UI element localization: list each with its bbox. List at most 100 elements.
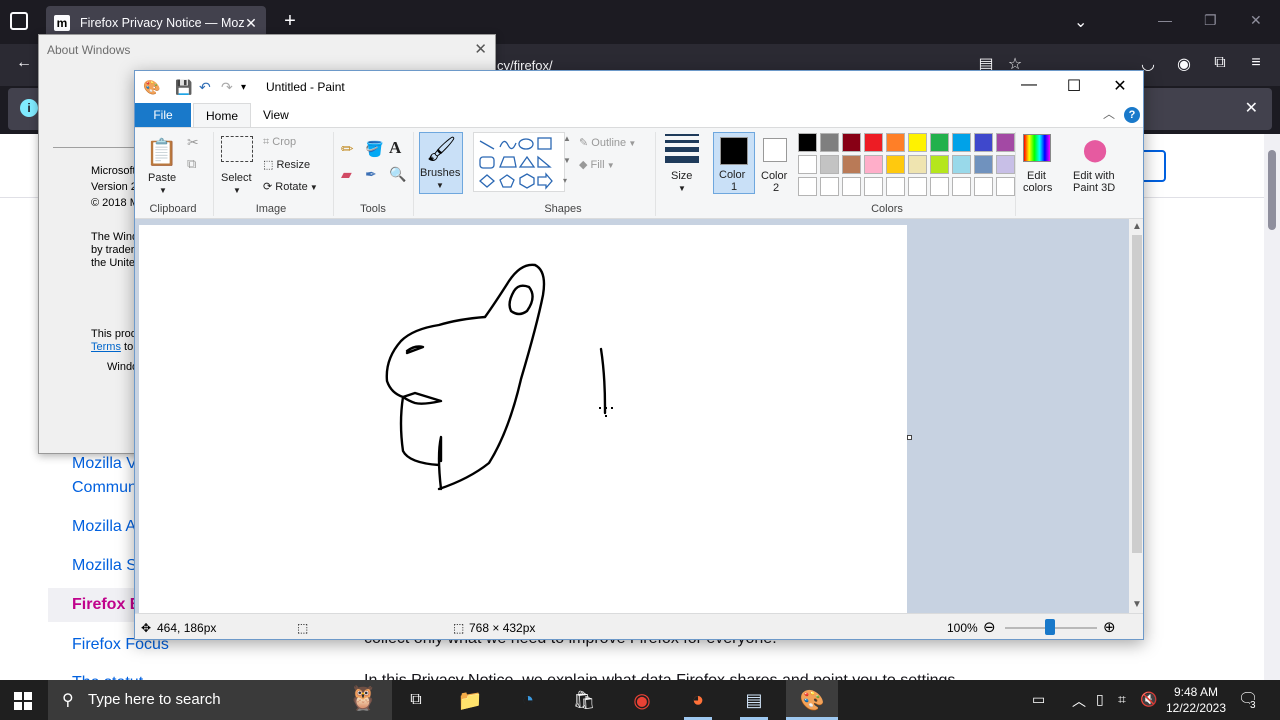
palette-swatch[interactable]	[842, 177, 861, 196]
terms-link[interactable]: Terms	[91, 341, 121, 353]
palette-swatch[interactable]	[908, 177, 927, 196]
cut-icon[interactable]: ✂	[187, 134, 199, 151]
shapes-icons[interactable]	[474, 133, 564, 191]
paint-vertical-scrollbar[interactable]: ▲ ▼	[1129, 219, 1143, 613]
edit-paint3d-label-2[interactable]: Paint 3D	[1073, 182, 1115, 194]
paste-button[interactable]: Paste	[148, 172, 176, 184]
close-notification-icon[interactable]: ✕	[1245, 98, 1258, 118]
tab-home[interactable]: Home	[193, 103, 252, 127]
select-dropdown-icon[interactable]: ▼	[233, 186, 241, 195]
palette-swatch[interactable]	[886, 133, 905, 152]
tab-file[interactable]: File	[135, 103, 191, 127]
taskbar-search-box[interactable]: ⚲ Type here to search 🦉	[48, 680, 392, 720]
new-tab-icon[interactable]: +	[280, 10, 300, 33]
shapes-gallery[interactable]	[473, 132, 565, 192]
text-tool-icon[interactable]: A	[389, 138, 401, 158]
save-icon[interactable]: 💾	[175, 79, 192, 96]
palette-swatch[interactable]	[886, 155, 905, 174]
palette-swatch[interactable]	[930, 177, 949, 196]
drawing-canvas[interactable]	[139, 225, 907, 613]
palette-swatch[interactable]	[952, 133, 971, 152]
account-icon[interactable]: ◉	[1174, 54, 1194, 74]
palette-swatch[interactable]	[908, 133, 927, 152]
palette-swatch[interactable]	[864, 133, 883, 152]
file-explorer-icon[interactable]: 📁	[454, 686, 486, 714]
palette-swatch[interactable]	[952, 155, 971, 174]
palette-swatch[interactable]	[820, 133, 839, 152]
color-palette[interactable]	[798, 133, 1015, 196]
eraser-icon[interactable]: ▰	[341, 166, 352, 183]
shapes-scroll-down-icon[interactable]: ▼	[563, 156, 571, 165]
about-close-icon[interactable]: ✕	[474, 40, 487, 58]
color-picker-icon[interactable]: ✒	[365, 166, 377, 183]
palette-swatch[interactable]	[974, 133, 993, 152]
fill-bucket-icon[interactable]: 🪣	[365, 140, 384, 158]
palette-swatch[interactable]	[842, 133, 861, 152]
browser-scroll-thumb[interactable]	[1268, 150, 1276, 230]
sidebar-link[interactable]: Mozilla S	[72, 557, 137, 575]
magnifier-icon[interactable]: 🔍	[389, 166, 406, 183]
palette-swatch[interactable]	[952, 177, 971, 196]
palette-swatch[interactable]	[930, 133, 949, 152]
palette-swatch[interactable]	[820, 177, 839, 196]
paint-close-icon[interactable]: ✕	[1110, 76, 1130, 96]
palette-swatch[interactable]	[798, 177, 817, 196]
collapse-ribbon-icon[interactable]: ︿	[1103, 105, 1115, 122]
palette-swatch[interactable]	[886, 177, 905, 196]
paint-app-icon[interactable]: 🎨	[143, 79, 160, 96]
palette-swatch[interactable]	[842, 155, 861, 174]
paint-maximize-icon[interactable]: ☐	[1064, 76, 1084, 96]
close-tab-icon[interactable]: ✕	[244, 15, 258, 32]
edge-icon[interactable]: ◔	[512, 686, 544, 714]
brushes-button[interactable]: 🖌 Brushes ▼	[419, 132, 463, 194]
firefox-icon[interactable]: ◕	[682, 686, 714, 714]
sidebar-link[interactable]: Commun	[72, 479, 137, 497]
rotate-button[interactable]: ⟳ Rotate ▼	[263, 180, 318, 193]
paint-scroll-thumb[interactable]	[1132, 235, 1142, 553]
extensions-icon[interactable]: ⧉	[1210, 54, 1230, 72]
show-hidden-icons-icon[interactable]: ︿	[1072, 691, 1086, 711]
palette-swatch[interactable]	[974, 155, 993, 174]
zoom-in-icon[interactable]: ⊕	[1103, 618, 1116, 636]
palette-swatch[interactable]	[864, 177, 883, 196]
copy-icon[interactable]: ⧉	[187, 156, 196, 172]
zoom-out-icon[interactable]: ⊖	[983, 618, 996, 636]
customize-quick-access-icon[interactable]: ▾	[241, 82, 246, 93]
size-button[interactable]: Size	[671, 170, 692, 182]
edit-paint3d-label[interactable]: Edit with	[1073, 170, 1115, 182]
sidebar-link[interactable]: Mozilla A	[72, 518, 136, 536]
select-button[interactable]: Select	[221, 172, 252, 184]
palette-swatch[interactable]	[864, 155, 883, 174]
edit-colors-icon[interactable]	[1023, 134, 1051, 162]
sidebar-link-active[interactable]: Firefox B	[72, 596, 141, 614]
canvas-resize-handle[interactable]	[907, 435, 912, 440]
news-widget-icon[interactable]: ▭	[1032, 691, 1045, 708]
palette-swatch[interactable]	[974, 177, 993, 196]
sidebar-link[interactable]: Mozilla V	[72, 455, 137, 473]
paste-dropdown-icon[interactable]: ▼	[159, 186, 167, 195]
select-icon[interactable]	[221, 136, 253, 162]
device-icon[interactable]: ▯	[1096, 691, 1104, 708]
microsoft-store-icon[interactable]: 🛍	[568, 686, 600, 714]
tab-overflow-chevron-icon[interactable]: ⌄	[1074, 12, 1087, 32]
palette-swatch[interactable]	[996, 177, 1015, 196]
shapes-scroll-up-icon[interactable]: ▲	[563, 134, 571, 143]
edit-colors-label[interactable]: Edit	[1027, 170, 1046, 182]
palette-swatch[interactable]	[798, 133, 817, 152]
fill-button[interactable]: ◆ Fill ▼	[579, 158, 615, 171]
edit-colors-label-2[interactable]: colors	[1023, 182, 1052, 194]
palette-swatch[interactable]	[820, 155, 839, 174]
zoom-slider-thumb[interactable]	[1045, 619, 1055, 635]
pencil-icon[interactable]: ✏	[341, 140, 354, 158]
help-icon[interactable]: ?	[1124, 107, 1140, 123]
network-icon[interactable]: ⌗	[1118, 691, 1126, 708]
back-arrow-icon[interactable]: ←	[14, 54, 34, 72]
size-icon[interactable]	[665, 134, 699, 167]
browser-scrollbar[interactable]	[1264, 134, 1280, 680]
shapes-more-icon[interactable]: ▾	[563, 176, 567, 185]
palette-swatch[interactable]	[930, 155, 949, 174]
resize-button[interactable]: ⬚ Resize	[263, 158, 310, 171]
start-windows-icon[interactable]	[14, 692, 32, 710]
volume-muted-icon[interactable]: 🔇	[1140, 691, 1157, 708]
browser-restore-icon[interactable]: ❐	[1204, 12, 1217, 29]
